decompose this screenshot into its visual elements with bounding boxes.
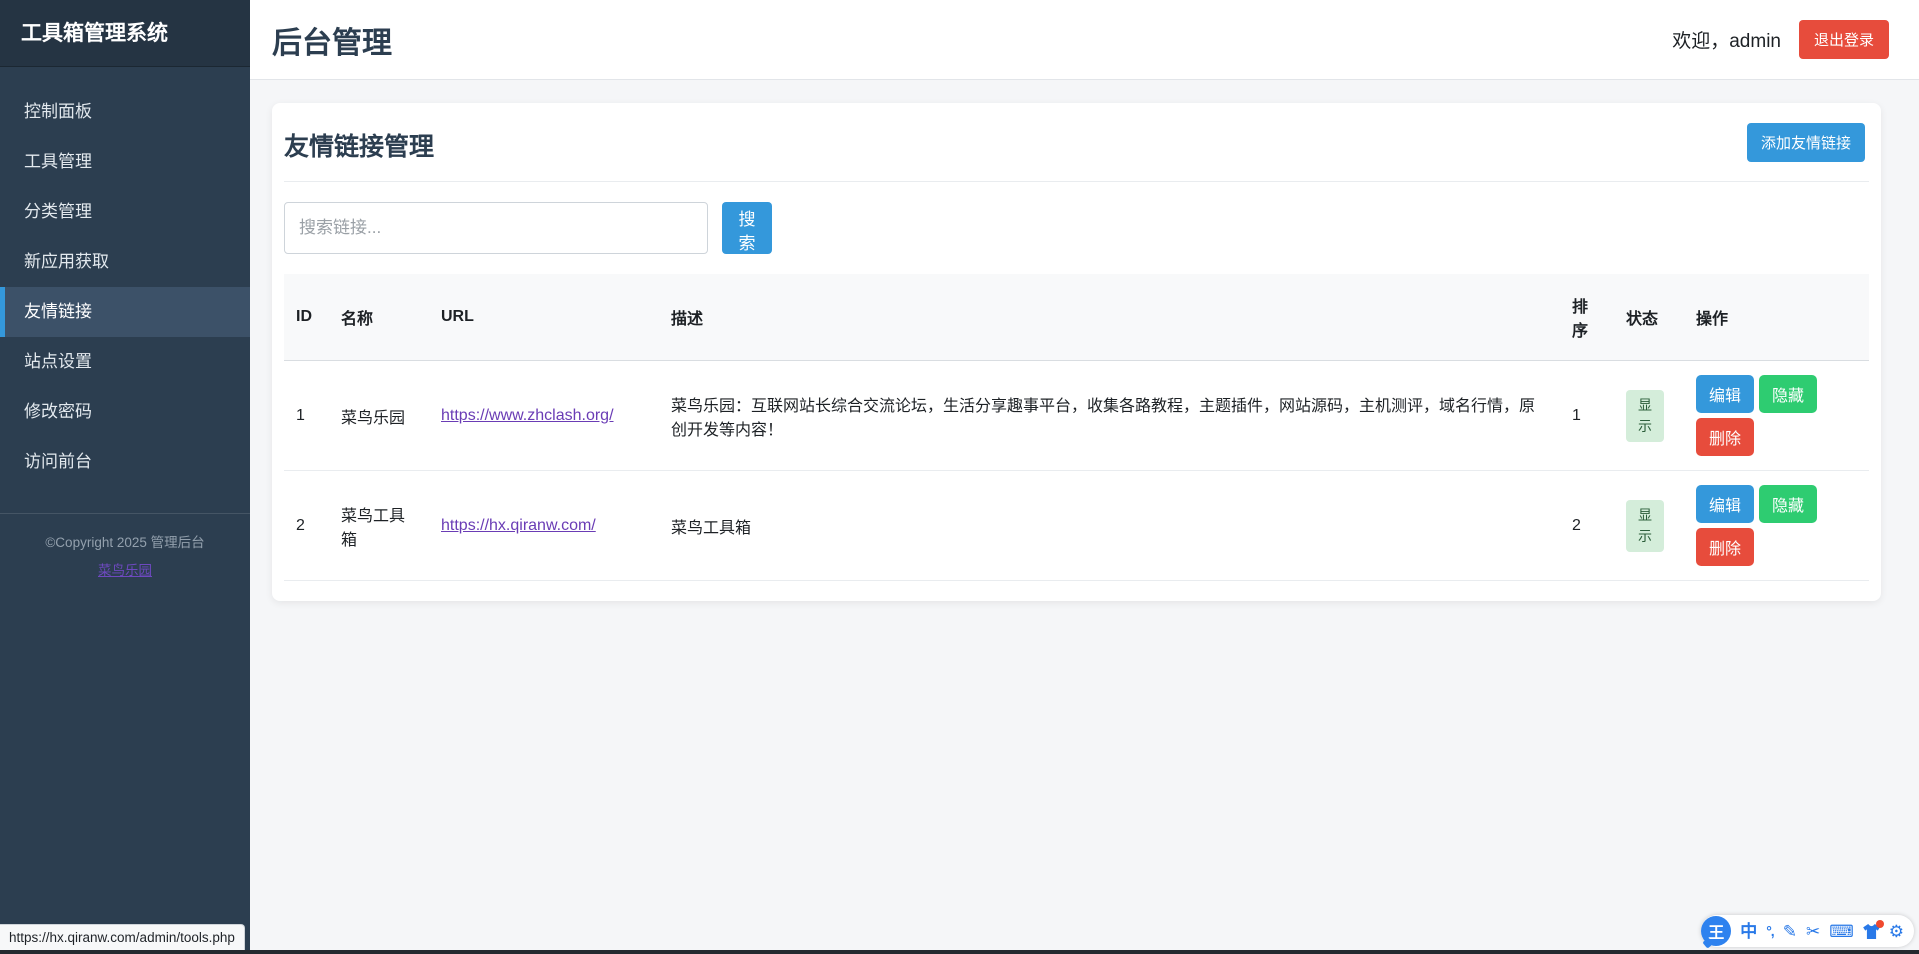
cell-description: 菜鸟乐园：互联网站长综合交流论坛，生活分享趣事平台，收集各路教程，主题插件，网站… (659, 361, 1560, 471)
cell-name: 菜鸟工具箱 (329, 471, 429, 581)
sidebar-item-friend-links[interactable]: 友情链接 (0, 287, 250, 337)
col-header-desc: 描述 (659, 274, 1560, 361)
handwriting-icon[interactable]: ✎ (1783, 923, 1797, 940)
screenshot-scissors-icon[interactable]: ✂ (1806, 923, 1820, 940)
copyright-text: ©Copyright 2025 管理后台 (0, 531, 250, 551)
cell-order: 1 (1560, 361, 1614, 471)
search-row: 搜索 (284, 202, 1869, 254)
table-header-row: ID 名称 URL 描述 排序 状态 操作 (284, 274, 1869, 361)
cell-url-link[interactable]: https://hx.qiranw.com/ (441, 517, 596, 534)
ime-toolbar: 王 中 °, ✎ ✂ ⌨ ⚙ (1701, 915, 1914, 947)
col-header-actions: 操作 (1684, 274, 1869, 361)
cell-order: 2 (1560, 471, 1614, 581)
col-header-order: 排序 (1560, 274, 1614, 361)
keyboard-icon[interactable]: ⌨ (1829, 923, 1854, 940)
welcome-text: 欢迎，admin (1672, 26, 1781, 53)
edit-button[interactable]: 编辑 (1696, 375, 1754, 413)
col-header-name: 名称 (329, 274, 429, 361)
panel-title-row: 友情链接管理 (284, 127, 1869, 182)
top-header: 后台管理 欢迎，admin 退出登录 (250, 0, 1919, 80)
table-row: 2 菜鸟工具箱 https://hx.qiranw.com/ 菜鸟工具箱 2 显… (284, 471, 1869, 581)
main-area: 后台管理 欢迎，admin 退出登录 友情链接管理 添加友情链接 搜索 (250, 0, 1919, 954)
hide-button[interactable]: 隐藏 (1759, 485, 1817, 523)
sidebar-item-site-settings[interactable]: 站点设置 (0, 337, 250, 387)
sidebar: 工具箱管理系统 控制面板 工具管理 分类管理 新应用获取 友情链接 站点设置 修… (0, 0, 250, 954)
sogou-logo-icon[interactable]: 王 (1701, 916, 1731, 946)
table-row: 1 菜鸟乐园 https://www.zhclash.org/ 菜鸟乐园：互联网… (284, 361, 1869, 471)
sidebar-item-tools[interactable]: 工具管理 (0, 137, 250, 187)
edit-button[interactable]: 编辑 (1696, 485, 1754, 523)
sidebar-item-categories[interactable]: 分类管理 (0, 187, 250, 237)
punctuation-mode-icon[interactable]: °, (1766, 924, 1774, 938)
sidebar-nav: 控制面板 工具管理 分类管理 新应用获取 友情链接 站点设置 修改密码 访问前台 (0, 67, 250, 487)
chinese-mode-icon[interactable]: 中 (1740, 923, 1757, 940)
add-friend-link-button[interactable]: 添加友情链接 (1747, 123, 1865, 162)
search-input[interactable] (284, 202, 708, 254)
cell-name: 菜鸟乐园 (329, 361, 429, 471)
panel-title: 友情链接管理 (284, 133, 434, 161)
delete-button[interactable]: 删除 (1696, 418, 1754, 456)
search-button[interactable]: 搜索 (722, 202, 772, 254)
status-badge: 显示 (1626, 390, 1664, 442)
status-badge: 显示 (1626, 500, 1664, 552)
app-brand: 工具箱管理系统 (0, 0, 250, 67)
cell-id: 1 (284, 361, 329, 471)
col-header-id: ID (284, 274, 329, 361)
cell-id: 2 (284, 471, 329, 581)
settings-gear-icon[interactable]: ⚙ (1889, 923, 1904, 940)
footer-site-link[interactable]: 菜鸟乐园 (98, 559, 152, 579)
hide-button[interactable]: 隐藏 (1759, 375, 1817, 413)
notification-dot (1876, 920, 1884, 928)
sidebar-item-dashboard[interactable]: 控制面板 (0, 87, 250, 137)
friend-links-table: ID 名称 URL 描述 排序 状态 操作 1 菜鸟乐园 https://www… (284, 274, 1869, 581)
browser-status-url: https://hx.qiranw.com/admin/tools.php (0, 924, 245, 950)
window-bottom-edge (0, 950, 1919, 954)
skin-tshirt-icon[interactable] (1863, 924, 1880, 939)
sidebar-item-change-password[interactable]: 修改密码 (0, 387, 250, 437)
cell-url-link[interactable]: https://www.zhclash.org/ (441, 407, 614, 424)
content-area: 友情链接管理 添加友情链接 搜索 ID 名称 URL 描述 (250, 80, 1919, 954)
sidebar-item-new-apps[interactable]: 新应用获取 (0, 237, 250, 287)
page-title: 后台管理 (272, 18, 392, 62)
sidebar-footer: ©Copyright 2025 管理后台 菜鸟乐园 (0, 513, 250, 580)
logout-button[interactable]: 退出登录 (1799, 20, 1889, 59)
cell-description: 菜鸟工具箱 (659, 471, 1560, 581)
col-header-status: 状态 (1614, 274, 1684, 361)
col-header-url: URL (429, 274, 659, 361)
delete-button[interactable]: 删除 (1696, 528, 1754, 566)
sidebar-item-visit-frontend[interactable]: 访问前台 (0, 437, 250, 487)
friend-links-panel: 友情链接管理 添加友情链接 搜索 ID 名称 URL 描述 (272, 103, 1881, 601)
